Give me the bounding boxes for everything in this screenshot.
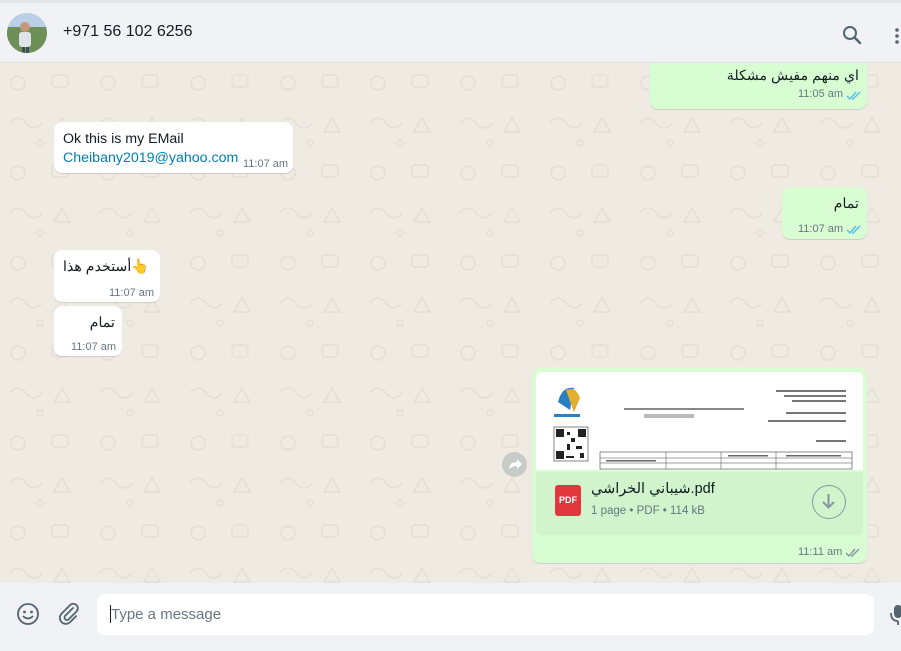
message-time: 11:05 am (798, 88, 844, 100)
contact-name[interactable]: +971 56 102 6256 (63, 23, 192, 41)
message-incoming[interactable]: تمام 11:07 am (54, 306, 122, 356)
document-preview[interactable] (536, 372, 863, 470)
message-incoming[interactable]: أستخدم هذا👆 11:07 am (54, 250, 160, 302)
message-list[interactable]: اي منهم مفيش مشكلة 11:05 am Ok this is m… (0, 63, 901, 583)
mic-button[interactable] (889, 601, 901, 627)
forward-icon (509, 459, 522, 469)
message-outgoing[interactable]: اي منهم مفيش مشكلة 11:05 am (650, 63, 867, 109)
message-outgoing[interactable]: تمام 11:07 am (782, 187, 867, 239)
attach-button[interactable] (57, 602, 81, 626)
message-time: 11:11 am (798, 546, 843, 558)
message-time: 11:07 am (798, 223, 844, 235)
emoji-button[interactable] (16, 602, 40, 626)
pdf-badge-label: PDF (559, 495, 577, 505)
mic-icon (890, 605, 901, 625)
document-thumbnail (536, 372, 863, 470)
menu-button[interactable] (893, 25, 901, 49)
message-time: 11:07 am (243, 158, 289, 170)
double-check-icon (846, 225, 861, 235)
message-text: تمام (833, 196, 859, 212)
document-name: شيباني الخراشي.pdf (591, 481, 715, 497)
message-outgoing-document[interactable]: PDF شيباني الخراشي.pdf 1 page • PDF • 11… (532, 368, 867, 563)
double-check-icon (846, 91, 861, 101)
contact-avatar[interactable] (7, 13, 47, 53)
message-text: أستخدم هذا (63, 259, 132, 275)
pdf-badge: PDF (555, 485, 581, 516)
message-incoming[interactable]: Ok this is my EMail Cheibany2019@yahoo.c… (54, 122, 293, 173)
chat-header: +971 56 102 6256 (0, 0, 901, 63)
text-caret (110, 605, 111, 623)
message-content: أستخدم هذا👆 (63, 259, 149, 275)
search-button[interactable] (840, 23, 864, 47)
email-link[interactable]: Cheibany2019@yahoo.com (63, 150, 238, 166)
composer-bar: Type a message (0, 583, 901, 651)
emoji-icon (17, 603, 39, 625)
document-meta: 1 page • PDF • 114 kB (591, 505, 705, 517)
pointing-up-emoji: 👆 (131, 259, 149, 275)
message-time: 11:07 am (109, 287, 155, 299)
message-text: Ok this is my EMail (63, 131, 184, 147)
menu-icon (895, 28, 899, 44)
message-time: 11:07 am (71, 341, 117, 353)
document-file[interactable]: PDF شيباني الخراشي.pdf 1 page • PDF • 11… (536, 472, 863, 535)
forward-button[interactable] (502, 452, 527, 477)
download-icon (822, 494, 835, 509)
message-input[interactable]: Type a message (97, 594, 874, 635)
search-icon (843, 26, 862, 45)
double-check-icon (845, 548, 860, 558)
message-text: تمام (89, 315, 115, 331)
paperclip-icon (59, 602, 79, 625)
download-button[interactable] (812, 485, 846, 519)
message-text: اي منهم مفيش مشكلة (726, 68, 859, 84)
